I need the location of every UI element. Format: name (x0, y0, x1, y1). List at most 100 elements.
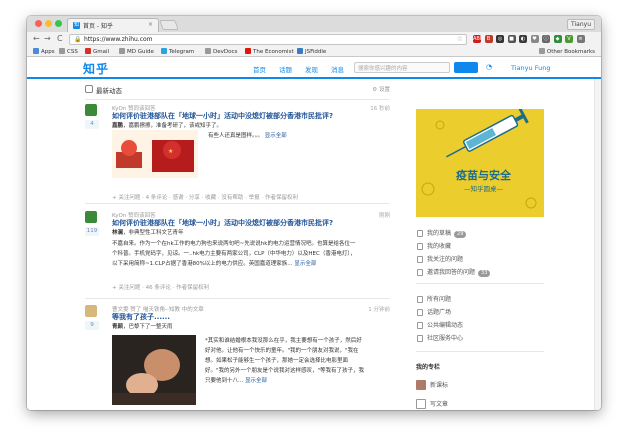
tab-zhihu[interactable]: 知 首页 - 知乎 × (67, 18, 159, 32)
browser-toolbar: ← → C 🔒 https://www.zhihu.com ☆ ABP B ◎ ■ ◐ ♥… (27, 32, 601, 46)
extension-icon[interactable]: ◐ (519, 35, 527, 43)
banner-subtitle: —知乎圆桌— (464, 185, 503, 193)
invite-icon (417, 269, 423, 276)
vote-count[interactable]: 4 (85, 120, 99, 129)
question-title[interactable]: 如何评价驻港部队在「地球一小时」活动中没熄灯被部分香港市民批评? (112, 111, 333, 121)
sidebar-item-collections[interactable]: 我的收藏 (416, 240, 544, 253)
topic-icon (417, 309, 423, 316)
bookmark-item[interactable]: CSS (59, 48, 78, 55)
reload-button[interactable]: C (57, 34, 63, 43)
zhihu-logo[interactable]: 知乎 (83, 60, 109, 77)
new-tab-button[interactable] (159, 20, 179, 30)
nav-topics[interactable]: 话题 (279, 64, 292, 74)
folder-icon (538, 48, 545, 54)
bookmark-item[interactable]: Apps (33, 48, 55, 55)
follow-question-action[interactable]: + 关注问题 (112, 285, 140, 291)
collect-action[interactable]: 收藏 (205, 195, 216, 201)
column-avatar (416, 380, 426, 390)
answer-excerpt: 不嘉自来。作为一个在hk工作的电力狗也来说两句吧~先说说hk的电力运营情况吧。也… (112, 241, 356, 267)
avatar[interactable] (85, 104, 97, 116)
extension-icon[interactable]: ⓘ (542, 35, 550, 43)
question-title[interactable]: 如何评价驻港部队在「地球一小时」活动中没熄灯被部分香港市民批评? (112, 218, 333, 228)
show-all-link[interactable]: 显示全部 (294, 261, 316, 267)
sidebar-item-followed-questions[interactable]: 我关注的问题 (416, 253, 544, 266)
share-action[interactable]: 分享 (189, 195, 200, 201)
sidebar-item-drafts[interactable]: 我的草稿 29 (416, 227, 544, 240)
lock-icon: 🔒 (74, 36, 82, 43)
extension-icon[interactable]: ≡ (576, 35, 585, 43)
sidebar-item-all-questions[interactable]: 所有问题 (416, 293, 544, 306)
thank-action[interactable]: 感谢 (173, 195, 184, 201)
extension-icon[interactable]: ◆ (553, 35, 562, 43)
ask-question-button[interactable] (454, 62, 478, 73)
copyright-action[interactable]: 作者保留权利 (265, 195, 298, 201)
bookmark-item[interactable]: MD Guide (119, 48, 154, 55)
answer-author: 青颜，巴黎下了一整天雨 (112, 324, 173, 330)
vote-count[interactable]: 9 (85, 321, 99, 330)
sidebar-divider (416, 283, 544, 284)
bookmark-icon (205, 48, 211, 54)
sidebar-divider (416, 351, 544, 352)
page-scrollbar[interactable] (594, 79, 601, 410)
vote-count[interactable]: 119 (85, 227, 99, 236)
question-title[interactable]: 等我有了孩子...... (112, 312, 170, 322)
bookmark-icon (245, 48, 251, 54)
edit-icon (417, 322, 423, 329)
copyright-action[interactable]: 作者保留权利 (176, 285, 209, 291)
sidebar-item-public-edits[interactable]: 公共编辑动态 (416, 319, 544, 332)
bookmark-icon (297, 48, 303, 54)
bookmark-icon (119, 48, 125, 54)
extension-icon[interactable]: ◎ (496, 35, 504, 43)
sidebar-item-topic-square[interactable]: 话题广场 (416, 306, 544, 319)
forward-button[interactable]: → (44, 34, 51, 43)
url-text: https://www.zhihu.com (84, 36, 153, 43)
answer-author: 嘉鹏，嘉鹏擦擦，准备考研了，该戒知乎了。 (112, 123, 223, 129)
bookmark-item[interactable]: Gmail (85, 48, 109, 55)
feed-icon (85, 85, 93, 93)
profile-button[interactable]: Tianyu (567, 19, 595, 30)
show-all-link[interactable]: 显示全部 (265, 133, 287, 139)
search-input[interactable]: 搜索你感兴趣的内容 (354, 62, 450, 73)
comment-action[interactable]: 4 条评论 (146, 195, 168, 201)
sidebar-item-community-center[interactable]: 社区服务中心 (416, 332, 544, 345)
write-icon (416, 399, 426, 409)
bookmark-star-icon[interactable]: ☆ (457, 35, 463, 43)
extension-icon[interactable]: ■ (507, 35, 516, 43)
user-name-link[interactable]: Tianyu Fung (511, 64, 550, 72)
avatar[interactable] (85, 211, 97, 223)
extension-icon[interactable]: V (565, 35, 573, 43)
collection-icon (417, 243, 423, 250)
address-bar[interactable]: 🔒 https://www.zhihu.com ☆ (69, 34, 467, 45)
bookmark-item[interactable]: The Economist (245, 48, 294, 55)
maximize-window-button[interactable] (55, 20, 62, 27)
nav-home[interactable]: 首页 (253, 64, 266, 74)
follow-question-action[interactable]: + 关注问题 (112, 195, 140, 201)
notification-bell-icon[interactable]: ◔ (486, 63, 492, 71)
show-all-link[interactable]: 显示全部 (245, 378, 267, 384)
extension-icon[interactable]: ♥ (530, 35, 539, 43)
sidebar-item-invitations[interactable]: 邀请我回答的问题 33 (416, 266, 544, 279)
other-bookmarks[interactable]: Other Bookmarks (538, 48, 595, 55)
bookmarks-bar: Apps CSS Gmail MD Guide Telegram DevDocs The E… (27, 46, 601, 57)
comment-action[interactable]: 46 条评论 (146, 285, 171, 291)
bookmark-item[interactable]: DevDocs (205, 48, 237, 55)
bookmark-item[interactable]: JSFiddle (297, 48, 326, 55)
close-window-button[interactable] (35, 20, 42, 27)
column-item[interactable]: 新课标 (416, 380, 448, 390)
write-article-link[interactable]: 写文章 (416, 399, 448, 409)
feed-settings-link[interactable]: ⚙ 设置 (372, 85, 390, 93)
syringe-icon (421, 109, 537, 209)
minimize-window-button[interactable] (45, 20, 52, 27)
extension-icon[interactable]: B (484, 35, 493, 43)
nav-messages[interactable]: 消息 (331, 64, 344, 74)
report-action[interactable]: 举报 (249, 195, 260, 201)
bookmark-item[interactable]: Telegram (161, 48, 194, 55)
not-helpful-action[interactable]: 没有帮助 (221, 195, 243, 201)
nav-discover[interactable]: 发现 (305, 64, 318, 74)
roundtable-banner[interactable]: 疫苗与安全 —知乎圆桌— (416, 109, 544, 217)
close-tab-icon[interactable]: × (148, 21, 153, 28)
avatar[interactable] (85, 305, 97, 317)
extension-icon[interactable]: ABP (473, 35, 483, 43)
bookmark-icon (59, 48, 65, 54)
back-button[interactable]: ← (33, 34, 40, 43)
